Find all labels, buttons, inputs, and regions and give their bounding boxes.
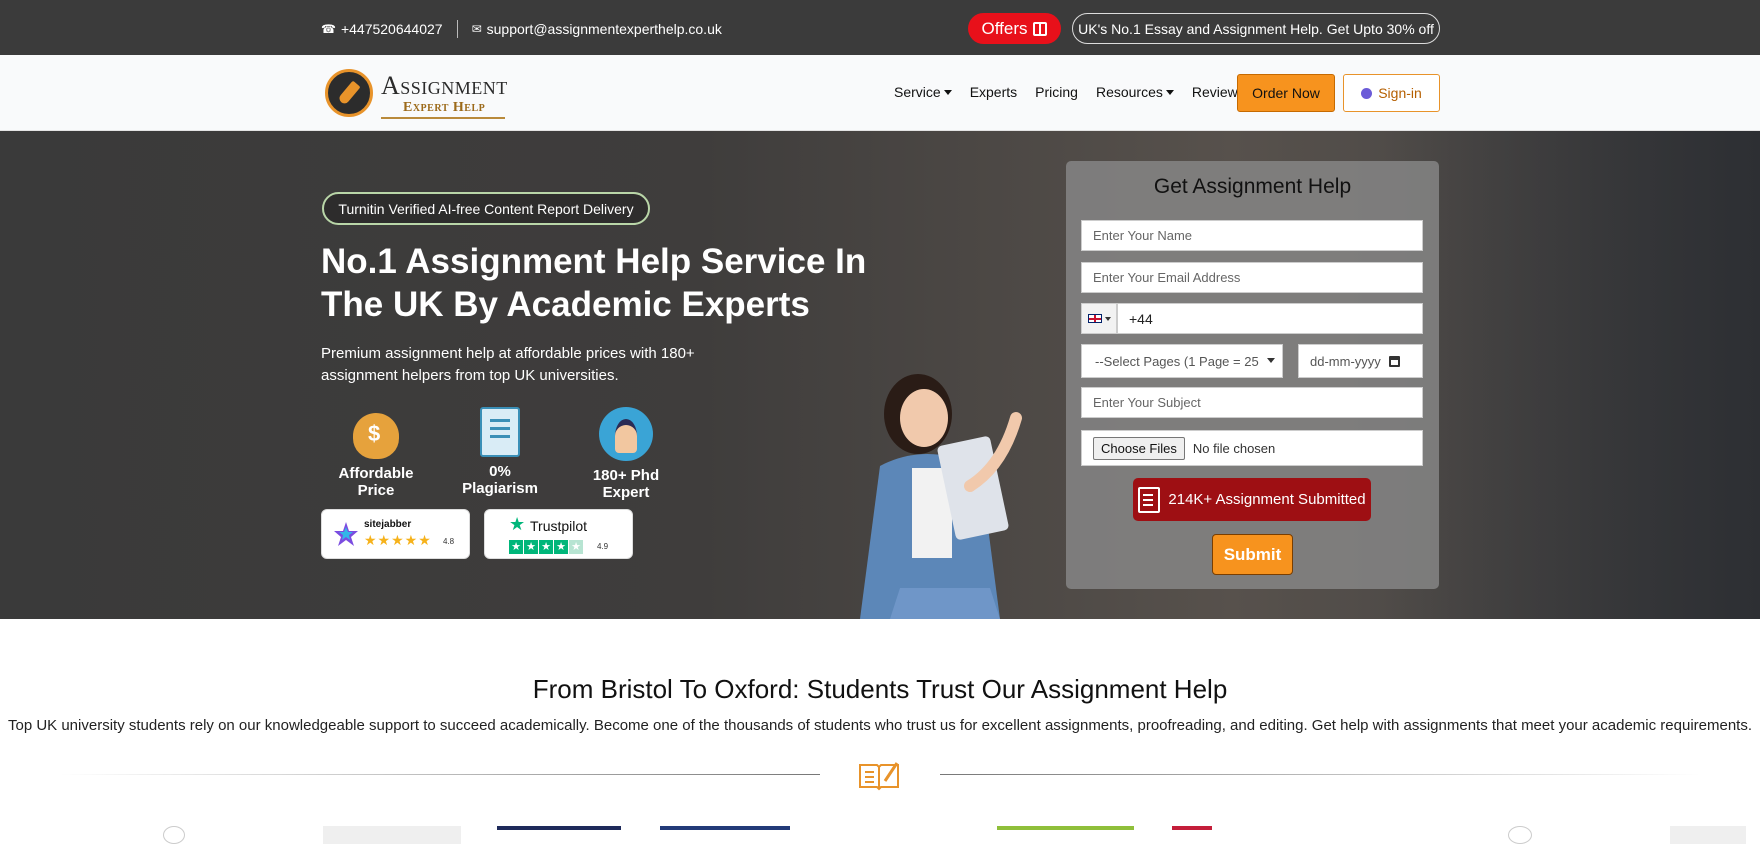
chevron-down-icon bbox=[943, 89, 952, 95]
university-logo bbox=[660, 826, 790, 844]
nav-menu: Service Experts Pricing Resources Review bbox=[894, 84, 1256, 100]
hero-section: Turnitin Verified AI-free Content Report… bbox=[0, 131, 1760, 619]
assignment-help-form: Get Assignment Help Enter Your Name Ente… bbox=[1066, 161, 1439, 589]
divider-left bbox=[60, 774, 820, 775]
contact-info: ☎ +447520644027 ✉ support@assignmentexpe… bbox=[321, 20, 722, 38]
nav-item-service[interactable]: Service bbox=[894, 84, 952, 100]
trustpilot-star-icon: ★ bbox=[509, 514, 526, 534]
nav-item-experts[interactable]: Experts bbox=[970, 84, 1017, 100]
form-title: Get Assignment Help bbox=[1153, 175, 1352, 198]
nav-item-review[interactable]: Review bbox=[1192, 84, 1238, 100]
submit-button[interactable]: Submit bbox=[1212, 534, 1293, 575]
book-pen-icon bbox=[859, 762, 899, 791]
phone-icon: ☎ bbox=[321, 22, 336, 36]
chevron-down-icon bbox=[1104, 316, 1111, 321]
deadline-date-input[interactable]: dd-mm-yyyy bbox=[1298, 344, 1423, 378]
feature-affordable-price: Affordable Price bbox=[321, 407, 431, 499]
divider bbox=[456, 20, 458, 38]
trustpilot-rating[interactable]: ★ Trustpilot ★ ★ ★ ★ ★ 4.9 bbox=[484, 509, 633, 559]
money-bag-icon bbox=[353, 413, 399, 459]
trustpilot-score: 4.9 bbox=[597, 542, 609, 551]
name-input[interactable]: Enter Your Name bbox=[1081, 220, 1423, 251]
order-now-button[interactable]: Order Now bbox=[1237, 74, 1335, 112]
logo-underline bbox=[381, 117, 505, 119]
turnitin-badge: Turnitin Verified AI-free Content Report… bbox=[322, 192, 650, 225]
site-logo[interactable]: Assignment Expert Help bbox=[325, 65, 507, 121]
university-logos-strip bbox=[0, 822, 1760, 844]
offers-label: Offers bbox=[981, 18, 1028, 38]
file-status: No file chosen bbox=[1192, 440, 1276, 456]
email-link[interactable]: support@assignmentexperthelp.co.uk bbox=[487, 21, 722, 37]
main-nav: Assignment Expert Help Service Experts P… bbox=[0, 55, 1760, 131]
gift-icon bbox=[1033, 21, 1048, 36]
email-input[interactable]: Enter Your Email Address bbox=[1081, 262, 1423, 293]
sign-in-button[interactable]: Sign-in bbox=[1343, 74, 1440, 112]
top-bar: ☎ +447520644027 ✉ support@assignmentexpe… bbox=[0, 0, 1760, 55]
university-logo bbox=[1172, 826, 1212, 844]
document-icon bbox=[1138, 486, 1161, 513]
chevron-down-icon bbox=[1267, 358, 1275, 363]
feature-plagiarism: 0% Plagiarism bbox=[452, 407, 548, 497]
university-logo bbox=[323, 826, 461, 844]
document-check-icon bbox=[480, 407, 520, 457]
sitejabber-name: sitejabber bbox=[364, 519, 412, 530]
sitejabber-logo-icon bbox=[334, 522, 358, 546]
divider-right bbox=[940, 774, 1700, 775]
country-code-select[interactable] bbox=[1081, 303, 1117, 334]
calendar-icon[interactable] bbox=[1388, 355, 1400, 367]
phone-input[interactable]: +44 bbox=[1117, 303, 1423, 334]
pen-nib-icon bbox=[325, 69, 373, 117]
logo-line1: Assignment bbox=[381, 71, 508, 100]
trust-section-title: From Bristol To Oxford: Students Trust O… bbox=[532, 674, 1228, 704]
offers-button[interactable]: Offers bbox=[968, 13, 1061, 44]
trustpilot-stars: ★ ★ ★ ★ ★ bbox=[509, 537, 584, 555]
promo-text: UK's No.1 Essay and Assignment Help. Get… bbox=[1078, 20, 1434, 37]
hero-title: No.1 Assignment Help Service In The UK B… bbox=[321, 242, 867, 324]
hero-subtitle: Premium assignment help at affordable pr… bbox=[321, 345, 695, 384]
logo-line2: Expert Help bbox=[403, 100, 486, 115]
sitejabber-rating[interactable]: sitejabber ★★★★★ 4.8 bbox=[321, 509, 470, 559]
feature-phd-expert: 180+ Phd Expert bbox=[569, 407, 683, 501]
choose-files-button[interactable]: Choose Files bbox=[1093, 436, 1185, 460]
university-logo bbox=[163, 826, 185, 844]
user-icon bbox=[1361, 87, 1373, 99]
nav-item-pricing[interactable]: Pricing bbox=[1035, 84, 1078, 100]
university-logo bbox=[1508, 826, 1532, 844]
submitted-count-badge: 214K+ Assignment Submitted bbox=[1133, 478, 1371, 521]
trustpilot-name: Trustpilot bbox=[530, 518, 588, 534]
sitejabber-score: 4.8 bbox=[443, 537, 455, 546]
sitejabber-stars: ★★★★★ bbox=[364, 532, 432, 548]
university-logo bbox=[497, 826, 621, 844]
chevron-down-icon bbox=[1165, 89, 1174, 95]
pages-select[interactable]: --Select Pages (1 Page = 25 bbox=[1081, 344, 1283, 378]
subject-input[interactable]: Enter Your Subject bbox=[1081, 387, 1423, 418]
nav-item-resources[interactable]: Resources bbox=[1096, 84, 1174, 100]
email-icon: ✉ bbox=[471, 22, 482, 36]
trust-section-subtitle: Top UK university students rely on our k… bbox=[7, 717, 1752, 734]
graduate-icon bbox=[599, 407, 653, 461]
promo-banner[interactable]: UK's No.1 Essay and Assignment Help. Get… bbox=[1072, 13, 1440, 44]
uk-flag-icon bbox=[1087, 314, 1102, 323]
file-upload[interactable]: Choose Files No file chosen bbox=[1081, 430, 1423, 466]
university-logo bbox=[997, 826, 1134, 844]
university-logo bbox=[1670, 826, 1746, 844]
phone-link[interactable]: +447520644027 bbox=[341, 21, 443, 37]
student-illustration bbox=[860, 374, 1022, 619]
